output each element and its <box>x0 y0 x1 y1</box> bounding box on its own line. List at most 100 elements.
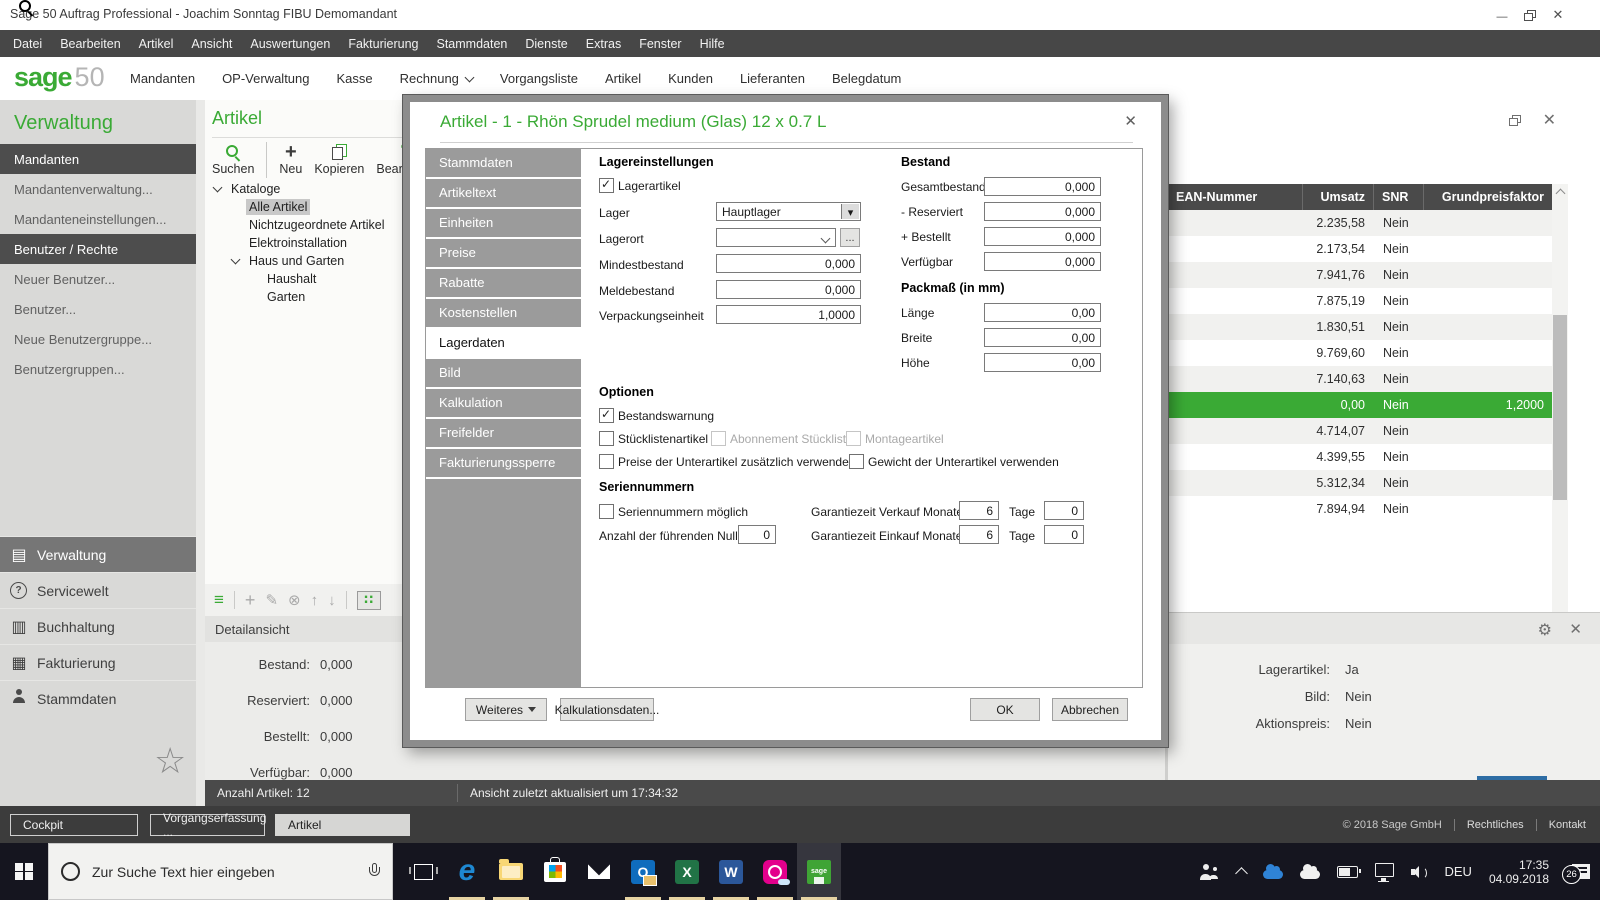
gewicht-unterartikel-checkbox[interactable] <box>849 454 864 469</box>
up-arrow-icon[interactable] <box>311 592 319 609</box>
preise-unterartikel-checkbox[interactable] <box>599 454 614 469</box>
table-row[interactable]: 7.140,63 Nein <box>1168 366 1552 392</box>
star-icon[interactable] <box>154 740 186 782</box>
table-row[interactable]: 7.941,76 Nein <box>1168 262 1552 288</box>
caret-icon[interactable] <box>231 255 241 265</box>
table-row[interactable]: 2.235,58 Nein <box>1168 210 1552 236</box>
volume-icon[interactable] <box>1411 865 1427 879</box>
browse-button[interactable]: ... <box>840 228 860 247</box>
menu-item[interactable]: Auswertungen <box>241 30 339 57</box>
meldebestand-field[interactable]: 0,000 <box>716 280 861 299</box>
fuehrende-nullen-field[interactable]: 0 <box>738 525 776 544</box>
table-row[interactable]: 1.830,51 Nein <box>1168 314 1552 340</box>
search-input[interactable]: Zur Suche Text hier eingeben <box>92 864 356 880</box>
add-icon[interactable]: + <box>245 590 256 611</box>
copy-button[interactable]: Kopieren <box>314 142 364 176</box>
column-header[interactable]: SNR <box>1373 184 1423 210</box>
taskbar-sage[interactable] <box>797 843 841 900</box>
close-icon[interactable] <box>1124 112 1137 130</box>
chevron-down-icon[interactable] <box>821 234 831 244</box>
taskbar-store[interactable] <box>533 843 577 900</box>
dialog-tab[interactable]: Preise <box>426 239 581 269</box>
close-icon[interactable] <box>1543 110 1556 130</box>
lagerort-combo[interactable] <box>716 228 836 247</box>
toolbar-nav-item[interactable]: Rechnung <box>400 71 473 86</box>
down-arrow-icon[interactable] <box>328 592 336 609</box>
cockpit-tab[interactable]: Cockpit <box>10 814 138 836</box>
restore-icon[interactable] <box>1509 115 1521 126</box>
toolbar-nav-item[interactable]: Vorgangsliste <box>500 71 578 86</box>
dialog-tab[interactable]: Kostenstellen <box>426 299 581 329</box>
menu-item[interactable]: Bearbeiten <box>51 30 129 57</box>
module-verwaltung[interactable]: Verwaltung <box>0 536 196 572</box>
value-field[interactable]: 0,000 <box>984 177 1101 196</box>
garantie-einkauf-tage-field[interactable]: 0 <box>1044 525 1084 544</box>
restore-button[interactable] <box>1518 4 1542 26</box>
dropdown-button[interactable] <box>841 204 859 219</box>
vorgangserfassung-tab[interactable]: Vorgangserfassung ... <box>150 814 265 836</box>
delete-icon[interactable] <box>288 591 301 609</box>
menu-item[interactable]: Fenster <box>630 30 690 57</box>
column-header[interactable]: Grundpreisfaktor <box>1423 184 1552 210</box>
toolbar-nav-item[interactable]: Kunden <box>668 71 713 86</box>
weiteres-button[interactable]: Weiteres <box>465 698 547 721</box>
taskbar-edge[interactable] <box>445 843 489 900</box>
ok-button[interactable]: OK <box>970 698 1040 721</box>
dialog-tab[interactable]: Stammdaten <box>426 149 581 179</box>
list-lock-icon[interactable] <box>214 590 224 610</box>
value-field[interactable]: 0,00 <box>984 328 1101 347</box>
mindestbestand-field[interactable]: 0,000 <box>716 254 861 273</box>
sidebar-item[interactable]: Mandanteneinstellungen... <box>0 204 196 234</box>
menu-item[interactable]: Dienste <box>516 30 576 57</box>
seriennummern-checkbox[interactable] <box>599 504 614 519</box>
menu-item[interactable]: Hilfe <box>691 30 734 57</box>
cloud-icon[interactable] <box>1300 870 1320 879</box>
table-row[interactable]: 2.173,54 Nein <box>1168 236 1552 262</box>
toolbar-nav-item[interactable]: Belegdatum <box>832 71 901 86</box>
garantie-verkauf-tage-field[interactable]: 0 <box>1044 501 1084 520</box>
artikel-tab[interactable]: Artikel <box>275 814 410 836</box>
mic-icon[interactable] <box>368 863 380 881</box>
onedrive-cloud-icon[interactable] <box>1263 870 1283 879</box>
value-field[interactable]: 0,00 <box>984 303 1101 322</box>
search-icon[interactable] <box>19 0 34 15</box>
menu-item[interactable]: Extras <box>577 30 630 57</box>
value-field[interactable]: 0,000 <box>984 252 1101 271</box>
people-icon[interactable] <box>1200 864 1220 880</box>
toolbar-nav-item[interactable]: Mandanten <box>130 71 195 86</box>
gear-icon[interactable] <box>1538 620 1552 640</box>
sidebar-item[interactable]: Benutzer / Rechte <box>0 234 196 264</box>
chevron-up-icon[interactable] <box>1236 867 1249 880</box>
taskbar-excel[interactable] <box>665 843 709 900</box>
network-icon[interactable] <box>1375 863 1394 877</box>
dialog-tab[interactable]: Artikeltext <box>426 179 581 209</box>
toolbar-nav-item[interactable]: Kasse <box>337 71 373 86</box>
menu-item[interactable]: Ansicht <box>182 30 241 57</box>
menu-item[interactable]: Stammdaten <box>428 30 517 57</box>
sidebar-item[interactable]: Neue Benutzergruppe... <box>0 324 196 354</box>
menu-item[interactable]: Fakturierung <box>339 30 427 57</box>
dialog-tab[interactable]: Kalkulation <box>426 389 581 419</box>
garantie-verkauf-monate-field[interactable]: 6 <box>959 501 999 520</box>
lager-dropdown[interactable]: Hauptlager <box>716 202 861 221</box>
taskbar-word[interactable] <box>709 843 753 900</box>
battery-icon[interactable] <box>1337 866 1358 878</box>
module-servicewelt[interactable]: ? Servicewelt <box>0 572 196 608</box>
grid-icon[interactable] <box>357 591 381 610</box>
table-row[interactable]: 4.399,55 Nein <box>1168 444 1552 470</box>
value-field[interactable]: 0,00 <box>984 353 1101 372</box>
link-rechtliches[interactable]: Rechtliches <box>1467 819 1524 831</box>
toolbar-nav-item[interactable]: OP-Verwaltung <box>222 71 309 86</box>
table-row[interactable]: 9.769,60 Nein <box>1168 340 1552 366</box>
language-indicator[interactable]: DEU <box>1444 864 1471 879</box>
notification-icon[interactable]: 26 <box>1572 864 1590 879</box>
toolbar-nav-item[interactable]: Lieferanten <box>740 71 805 86</box>
minimize-button[interactable] <box>1490 4 1514 26</box>
search-button[interactable]: Suchen <box>212 142 254 176</box>
taskbar-explorer[interactable] <box>489 843 533 900</box>
dialog-tab[interactable]: Freifelder <box>426 419 581 449</box>
toolbar-nav-item[interactable]: Artikel <box>605 71 641 86</box>
sidebar-item[interactable]: Mandanten <box>0 144 196 174</box>
taskbar-outlook[interactable] <box>621 843 665 900</box>
column-header[interactable]: EAN-Nummer <box>1168 184 1302 210</box>
